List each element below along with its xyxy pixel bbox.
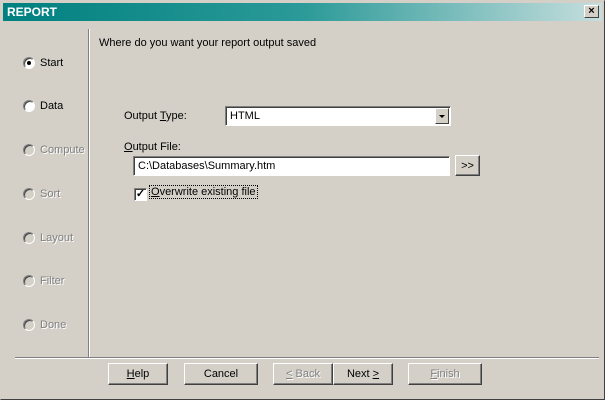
- title-bar[interactable]: REPORT ×: [3, 3, 602, 21]
- step-filter: Filter: [23, 274, 64, 288]
- footer-divider: [15, 357, 599, 359]
- close-icon: ×: [588, 5, 595, 17]
- page-prompt: Where do you want your report output sav…: [99, 37, 317, 49]
- radio-compute: [23, 144, 35, 156]
- step-label-filter: Filter: [40, 275, 65, 287]
- step-label-start: Start: [40, 57, 64, 69]
- step-start[interactable]: Start: [23, 56, 63, 70]
- step-label-compute: Compute: [40, 144, 85, 156]
- close-button[interactable]: ×: [584, 5, 599, 18]
- nav-divider: [88, 29, 90, 357]
- browse-label: >>: [461, 159, 474, 172]
- step-label-done: Done: [40, 319, 67, 331]
- step-label-data: Data: [40, 100, 64, 112]
- chevron-down-icon: [439, 115, 445, 118]
- output-type-value: HTML: [230, 110, 260, 122]
- output-file-value: C:\Databases\Summary.htm: [138, 160, 276, 172]
- radio-filter: [23, 275, 35, 287]
- back-button: < Back: [273, 363, 333, 385]
- radio-data[interactable]: [23, 100, 35, 112]
- wizard-steps-nav: Start Data Compute Sort Layout Filter Do…: [1, 21, 88, 356]
- step-label-layout: Layout: [40, 232, 74, 244]
- overwrite-checkbox[interactable]: ✓: [134, 188, 147, 201]
- browse-button[interactable]: >>: [455, 155, 480, 176]
- output-type-select[interactable]: HTML: [225, 106, 451, 126]
- step-sort: Sort: [23, 187, 60, 201]
- output-file-label: Output File:: [124, 141, 181, 153]
- output-file-input[interactable]: C:\Databases\Summary.htm: [133, 156, 450, 176]
- step-label-sort: Sort: [40, 188, 61, 200]
- next-button[interactable]: Next >: [333, 363, 393, 385]
- step-done: Done: [23, 318, 66, 332]
- cancel-button[interactable]: Cancel: [184, 363, 258, 385]
- radio-start[interactable]: [23, 57, 35, 69]
- step-layout: Layout: [23, 231, 73, 245]
- checkmark-icon: ✓: [135, 188, 146, 200]
- output-type-label: Output Type:: [124, 110, 187, 122]
- help-button[interactable]: Help: [108, 363, 168, 385]
- radio-done: [23, 319, 35, 331]
- radio-layout: [23, 232, 35, 244]
- radio-sort: [23, 188, 35, 200]
- finish-button: Finish: [408, 363, 482, 385]
- step-compute: Compute: [23, 143, 85, 157]
- overwrite-label[interactable]: Overwrite existing file: [149, 185, 258, 199]
- report-wizard-window: REPORT × Start Data Compute Sort Layout …: [0, 0, 605, 400]
- dropdown-button[interactable]: [435, 108, 449, 124]
- window-title: REPORT: [7, 5, 58, 19]
- step-data[interactable]: Data: [23, 99, 63, 113]
- radio-selected-dot: [27, 61, 31, 65]
